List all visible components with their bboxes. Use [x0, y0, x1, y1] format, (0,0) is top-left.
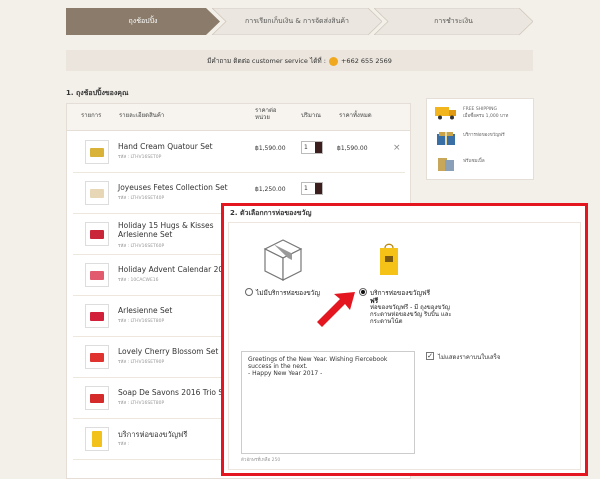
phone-icon — [328, 57, 338, 66]
product-sku: รหัส : LTHV16SET0P — [118, 155, 162, 160]
step-payment[interactable]: การชำระเงิน — [374, 8, 533, 35]
qty-select[interactable]: 1 — [301, 182, 323, 195]
line-total: ฿1,590.00 — [337, 145, 368, 152]
option-free-gift-wrap-desc: ห่อของขวัญฟรี - มี ถุงของขวัญ กระดาษห่อข… — [370, 304, 452, 325]
gift-box-icon — [437, 132, 455, 145]
benefit-label: ฟรีแซมเปิ้ล — [463, 159, 485, 164]
hide-price-checkbox[interactable]: ✓ — [426, 352, 434, 360]
gift-message-textarea[interactable]: Greetings of the New Year. Wishing Fierc… — [241, 351, 415, 454]
product-swatch — [92, 431, 102, 447]
product-name[interactable]: Arlesienne Set — [118, 306, 172, 315]
header-total: ราคาทั้งหมด — [339, 112, 372, 119]
product-swatch — [90, 188, 104, 198]
step-label: ถุงช้อปปิ้ง — [128, 17, 158, 25]
step-shopping-bag[interactable]: ถุงช้อปปิ้ง — [66, 8, 220, 35]
benefit-free-shipping: FREE SHIPPING เมื่อซื้อครบ 1,000 บาท — [433, 103, 529, 125]
box-icon — [263, 239, 303, 281]
product-sku: รหัส : LTHV16SET80P — [118, 319, 165, 324]
product-thumbnail[interactable] — [85, 427, 109, 451]
product-sku: รหัส : LTHV16SET90P — [118, 360, 165, 365]
char-counter: ตัวอักษรที่เหลือ 250 — [241, 458, 281, 463]
product-name[interactable]: Soap De Savons 2016 Trio Set — [118, 388, 231, 397]
option-free-gift-wrap-label[interactable]: บริการห่อของขวัญฟรี — [370, 288, 430, 298]
sample-icon — [438, 158, 454, 171]
unit-price: ฿1,250.00 — [255, 186, 286, 193]
chevron-down-icon — [315, 183, 322, 194]
qty-value: 1 — [304, 144, 308, 151]
product-swatch — [90, 352, 104, 362]
contact-bar: มีคำถาม ติดต่อ customer service ได้ที่ :… — [66, 50, 533, 71]
qty-value: 1 — [304, 185, 308, 192]
product-sku: รหัส : LTHV16SET60P — [118, 244, 165, 249]
unit-price: ฿1,590.00 — [255, 145, 286, 152]
option-no-gift-wrap-label[interactable]: ไม่มีบริการห่อของขวัญ — [256, 288, 320, 298]
product-thumbnail[interactable] — [85, 304, 109, 328]
checkout-steps: ถุงช้อปปิ้ง การเรียกเก็บเงิน & การจัดส่ง… — [66, 8, 533, 35]
check-icon: ✓ — [427, 352, 433, 360]
benefit-gift-wrap: บริการห่อของขวัญฟรี — [433, 129, 529, 151]
cart-section-title: 1. ถุงช้อปปิ้งของคุณ — [66, 89, 129, 97]
product-sku: รหัส : LTHV16SET40P — [118, 196, 165, 201]
product-thumbnail[interactable] — [85, 386, 109, 410]
contact-text: มีคำถาม ติดต่อ customer service ได้ที่ : — [207, 56, 326, 65]
radio-no-gift-wrap[interactable] — [245, 288, 253, 296]
product-swatch — [90, 147, 104, 157]
header-detail: รายละเอียดสินค้า — [119, 112, 165, 119]
header-unit-price-1: ราคาต่อ — [255, 107, 277, 114]
cart-header: รายการ รายละเอียดสินค้า ราคาต่อ หน่วย ปร… — [67, 104, 410, 131]
chevron-down-icon — [315, 142, 322, 153]
radio-free-gift-wrap[interactable] — [359, 288, 367, 296]
benefit-label: บริการห่อของขวัญฟรี — [463, 133, 505, 138]
step-label: การชำระเงิน — [434, 17, 473, 25]
benefit-sub: เมื่อซื้อครบ 1,000 บาท — [463, 114, 509, 119]
gift-section-title: 2. ตัวเลือกการห่อของขวัญ — [230, 209, 312, 217]
header-item: รายการ — [81, 112, 102, 119]
product-thumbnail[interactable] — [85, 181, 109, 205]
header-unit-price: ราคาต่อ หน่วย — [255, 107, 276, 121]
product-sku: รหัส : 10CACWE16 — [118, 278, 159, 283]
gift-options-highlight: 2. ตัวเลือกการห่อของขวัญ ไม่มีบริการห่อข… — [221, 203, 588, 476]
product-swatch — [90, 393, 104, 403]
product-swatch — [90, 229, 104, 239]
product-thumbnail[interactable] — [85, 222, 109, 246]
benefit-sample: ฟรีแซมเปิ้ล — [433, 155, 529, 177]
gift-bag-icon — [380, 243, 398, 275]
contact-phone[interactable]: +662 655 2569 — [341, 57, 392, 65]
arrow-annotation-icon — [317, 292, 355, 327]
truck-icon — [435, 107, 456, 120]
gift-message-text: Greetings of the New Year. Wishing Fierc… — [248, 356, 388, 377]
product-name[interactable]: Holiday 15 Hugs & Kisses Arlesienne Set — [118, 221, 228, 239]
close-icon[interactable]: × — [393, 143, 401, 153]
header-unit-price-2: หน่วย — [255, 114, 270, 121]
cart-row: Hand Cream Quatour Set รหัส : LTHV16SET0… — [73, 133, 405, 173]
product-name[interactable]: Holiday Advent Calendar 2016 — [118, 265, 233, 274]
product-name[interactable]: Lovely Cherry Blossom Set — [118, 347, 218, 356]
step-label: การเรียกเก็บเงิน & การจัดส่งสินค้า — [245, 17, 349, 25]
product-name[interactable]: Hand Cream Quatour Set — [118, 142, 213, 151]
step-billing-shipping[interactable]: การเรียกเก็บเงิน & การจัดส่งสินค้า — [212, 8, 382, 35]
product-swatch — [90, 311, 104, 321]
product-swatch — [90, 270, 104, 280]
benefits-panel: FREE SHIPPING เมื่อซื้อครบ 1,000 บาท บริ… — [426, 98, 534, 180]
header-qty: ปริมาณ — [301, 112, 321, 119]
product-name[interactable]: Joyeuses Fetes Collection Set — [118, 183, 228, 192]
gift-options-panel: ไม่มีบริการห่อของขวัญ บริการห่อของขวัญฟร… — [228, 222, 581, 470]
product-sku: รหัส : LTHV16SET80P — [118, 401, 165, 406]
product-thumbnail[interactable] — [85, 345, 109, 369]
benefit-label: FREE SHIPPING — [463, 107, 498, 112]
qty-select[interactable]: 1 — [301, 141, 323, 154]
product-sku: รหัส : — [118, 442, 130, 447]
hide-price-label[interactable]: ไม่แสดงราคาบนใบเสร็จ — [438, 352, 500, 362]
product-thumbnail[interactable] — [85, 140, 109, 164]
product-thumbnail[interactable] — [85, 263, 109, 287]
